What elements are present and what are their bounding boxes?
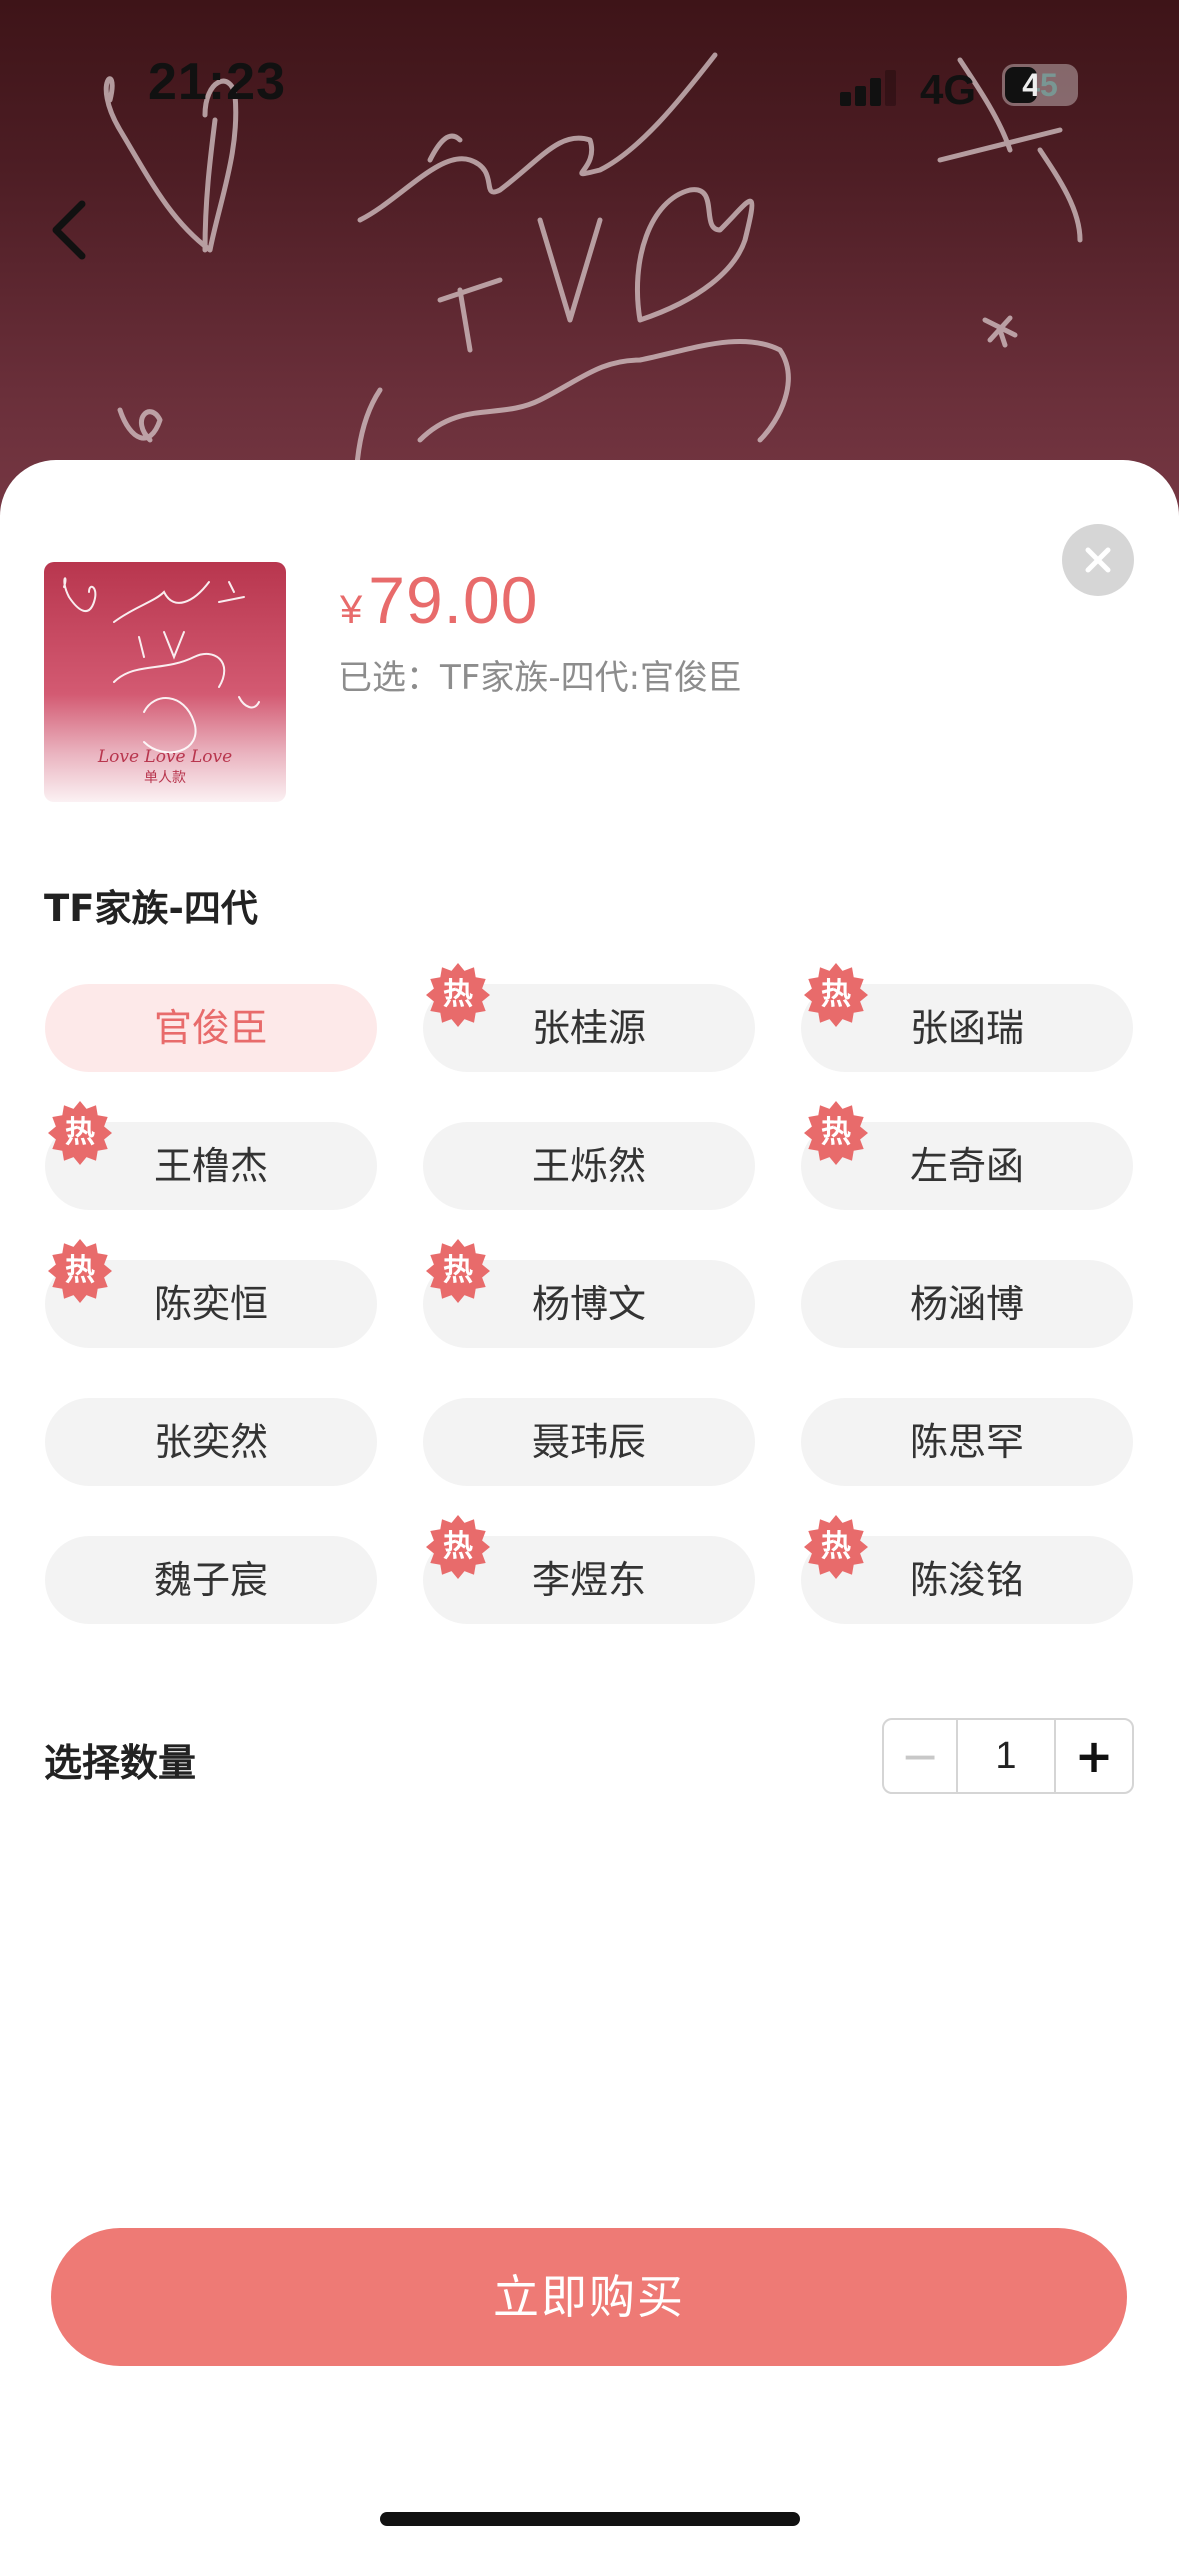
spec-option[interactable]: 陈奕恒 热 bbox=[45, 1239, 377, 1348]
battery-icon: 45 bbox=[1002, 64, 1078, 106]
hot-badge-label: 热 bbox=[821, 977, 851, 1012]
hot-badge-icon: 热 bbox=[47, 1238, 113, 1304]
spec-option[interactable]: 张桂源 热 bbox=[423, 963, 755, 1072]
thumb-caption-1: Love Love Love bbox=[97, 747, 232, 767]
product-image: Love Love Love 单人款 bbox=[44, 562, 286, 802]
spec-option[interactable]: 左奇函 热 bbox=[801, 1101, 1133, 1210]
spec-option-label: 张函瑞 bbox=[909, 1006, 1024, 1050]
product-thumbnail: Love Love Love 单人款 bbox=[44, 562, 286, 802]
spec-option-label: 陈奕恒 bbox=[153, 1282, 268, 1326]
spec-option[interactable]: 王橹杰 热 bbox=[45, 1101, 377, 1210]
spec-group-title: TF家族-四代 bbox=[44, 887, 258, 930]
selected-spec-text: 已选：TF家族-四代:官俊臣 bbox=[338, 658, 743, 698]
spec-option[interactable]: 聂玮辰 bbox=[423, 1398, 755, 1486]
quantity-label: 选择数量 bbox=[44, 1741, 197, 1785]
spec-option-label: 聂玮辰 bbox=[531, 1420, 646, 1464]
network-type: 4G bbox=[920, 66, 977, 113]
spec-option-label: 陈思罕 bbox=[909, 1420, 1024, 1464]
hot-badge-label: 热 bbox=[65, 1115, 95, 1150]
close-icon bbox=[1085, 547, 1111, 573]
spec-option-label: 王烁然 bbox=[531, 1144, 646, 1188]
spec-option-label: 杨涵博 bbox=[909, 1282, 1024, 1326]
hot-badge-icon: 热 bbox=[803, 1100, 869, 1166]
spec-option-label: 陈浚铭 bbox=[909, 1558, 1024, 1602]
price: ¥79.00 bbox=[340, 562, 538, 638]
spec-option-label: 王橹杰 bbox=[153, 1144, 268, 1188]
back-button[interactable] bbox=[40, 190, 100, 270]
hot-badge-label: 热 bbox=[443, 1529, 473, 1564]
hot-badge-icon: 热 bbox=[803, 1514, 869, 1580]
decrease-button[interactable]: − bbox=[884, 1720, 958, 1792]
spec-option-label: 杨博文 bbox=[531, 1282, 646, 1326]
hot-badge-label: 热 bbox=[443, 977, 473, 1012]
spec-option[interactable]: 李煜东 热 bbox=[423, 1515, 755, 1624]
hot-badge-icon: 热 bbox=[803, 962, 869, 1028]
signal-icon bbox=[840, 70, 900, 106]
spec-option[interactable]: 魏子宸 bbox=[45, 1536, 377, 1624]
spec-option[interactable]: 张奕然 bbox=[45, 1398, 377, 1486]
close-button[interactable] bbox=[1062, 524, 1134, 596]
hot-badge-icon: 热 bbox=[425, 1238, 491, 1304]
thumb-caption-2: 单人款 bbox=[144, 770, 186, 786]
hot-badge-icon: 热 bbox=[425, 1514, 491, 1580]
increase-button[interactable]: + bbox=[1056, 1720, 1132, 1792]
spec-option[interactable]: 杨涵博 bbox=[801, 1260, 1133, 1348]
status-time: 21:23 bbox=[148, 53, 286, 111]
spec-option-label: 张桂源 bbox=[531, 1006, 646, 1050]
spec-option[interactable]: 陈浚铭 热 bbox=[801, 1515, 1133, 1624]
spec-option[interactable]: 官俊臣 bbox=[45, 984, 377, 1072]
spec-option-label: 魏子宸 bbox=[153, 1558, 268, 1602]
spec-option-label: 左奇函 bbox=[909, 1144, 1024, 1188]
battery-level: 45 bbox=[1022, 67, 1058, 103]
buy-now-button[interactable]: 立即购买 bbox=[51, 2228, 1127, 2366]
price-value: 79.00 bbox=[368, 563, 539, 637]
quantity-value[interactable]: 1 bbox=[958, 1720, 1056, 1792]
spec-option-label: 官俊臣 bbox=[153, 1006, 268, 1050]
home-indicator bbox=[380, 2512, 800, 2526]
spec-option[interactable]: 陈思罕 bbox=[801, 1398, 1133, 1486]
hot-badge-label: 热 bbox=[443, 1253, 473, 1288]
hot-badge-label: 热 bbox=[65, 1253, 95, 1288]
hot-badge-label: 热 bbox=[821, 1529, 851, 1564]
spec-option-label: 李煜东 bbox=[531, 1558, 646, 1602]
chevron-left-icon bbox=[52, 200, 86, 260]
quantity-stepper: − 1 + bbox=[882, 1718, 1134, 1794]
hot-badge-label: 热 bbox=[821, 1115, 851, 1150]
hot-badge-icon: 热 bbox=[47, 1100, 113, 1166]
hot-badge-icon: 热 bbox=[425, 962, 491, 1028]
spec-option[interactable]: 张函瑞 热 bbox=[801, 963, 1133, 1072]
spec-option[interactable]: 王烁然 bbox=[423, 1122, 755, 1210]
currency-symbol: ¥ bbox=[340, 588, 363, 632]
spec-option[interactable]: 杨博文 热 bbox=[423, 1239, 755, 1348]
spec-option-label: 张奕然 bbox=[153, 1420, 268, 1464]
